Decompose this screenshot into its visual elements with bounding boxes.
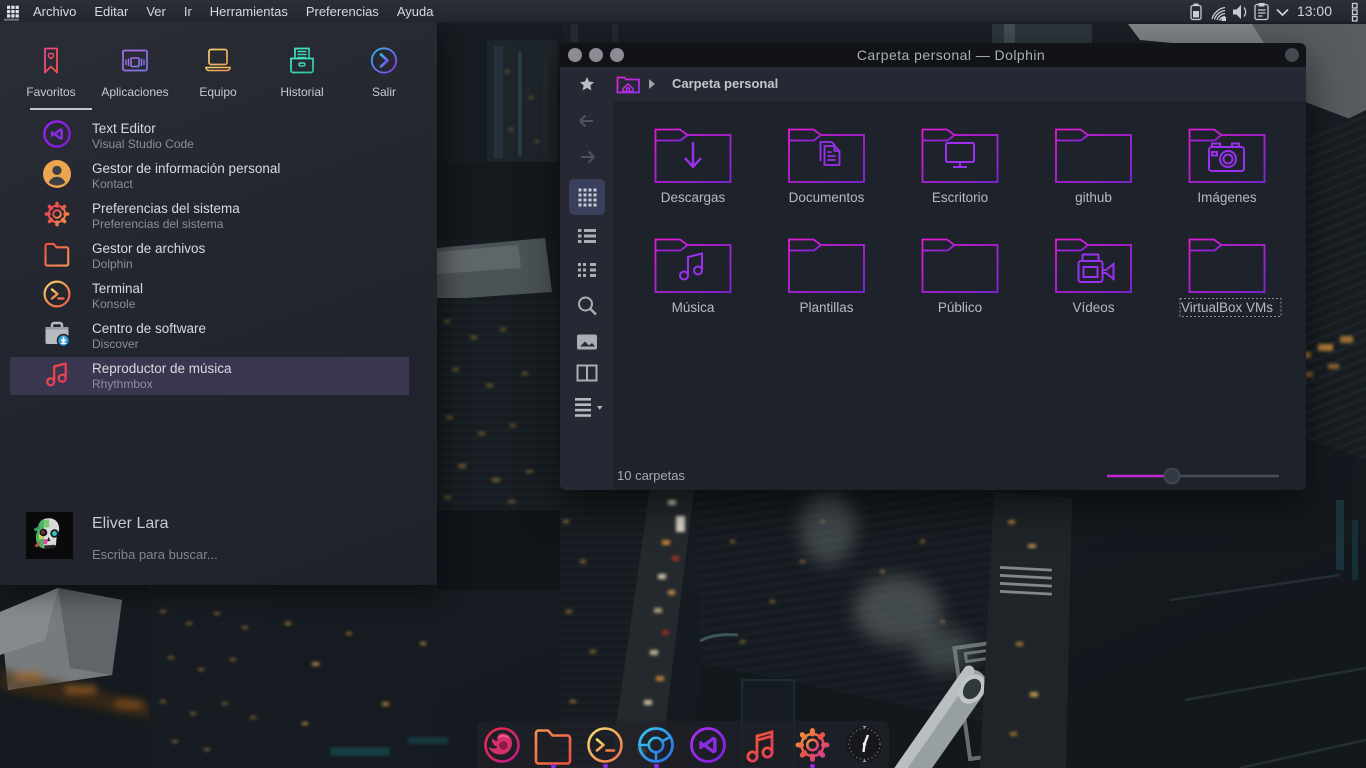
svg-text:Plantillas: Plantillas	[799, 300, 853, 315]
svg-text:Imágenes: Imágenes	[1197, 190, 1257, 205]
svg-text:Público: Público	[938, 300, 982, 315]
svg-text:Vídeos: Vídeos	[1072, 300, 1114, 315]
svg-text:VirtualBox VMs: VirtualBox VMs	[1181, 300, 1273, 315]
svg-text:Documentos: Documentos	[789, 190, 865, 205]
svg-text:Descargas: Descargas	[661, 190, 726, 205]
svg-text:github: github	[1075, 190, 1112, 205]
svg-text:Música: Música	[672, 300, 715, 315]
svg-text:Escritorio: Escritorio	[932, 190, 988, 205]
